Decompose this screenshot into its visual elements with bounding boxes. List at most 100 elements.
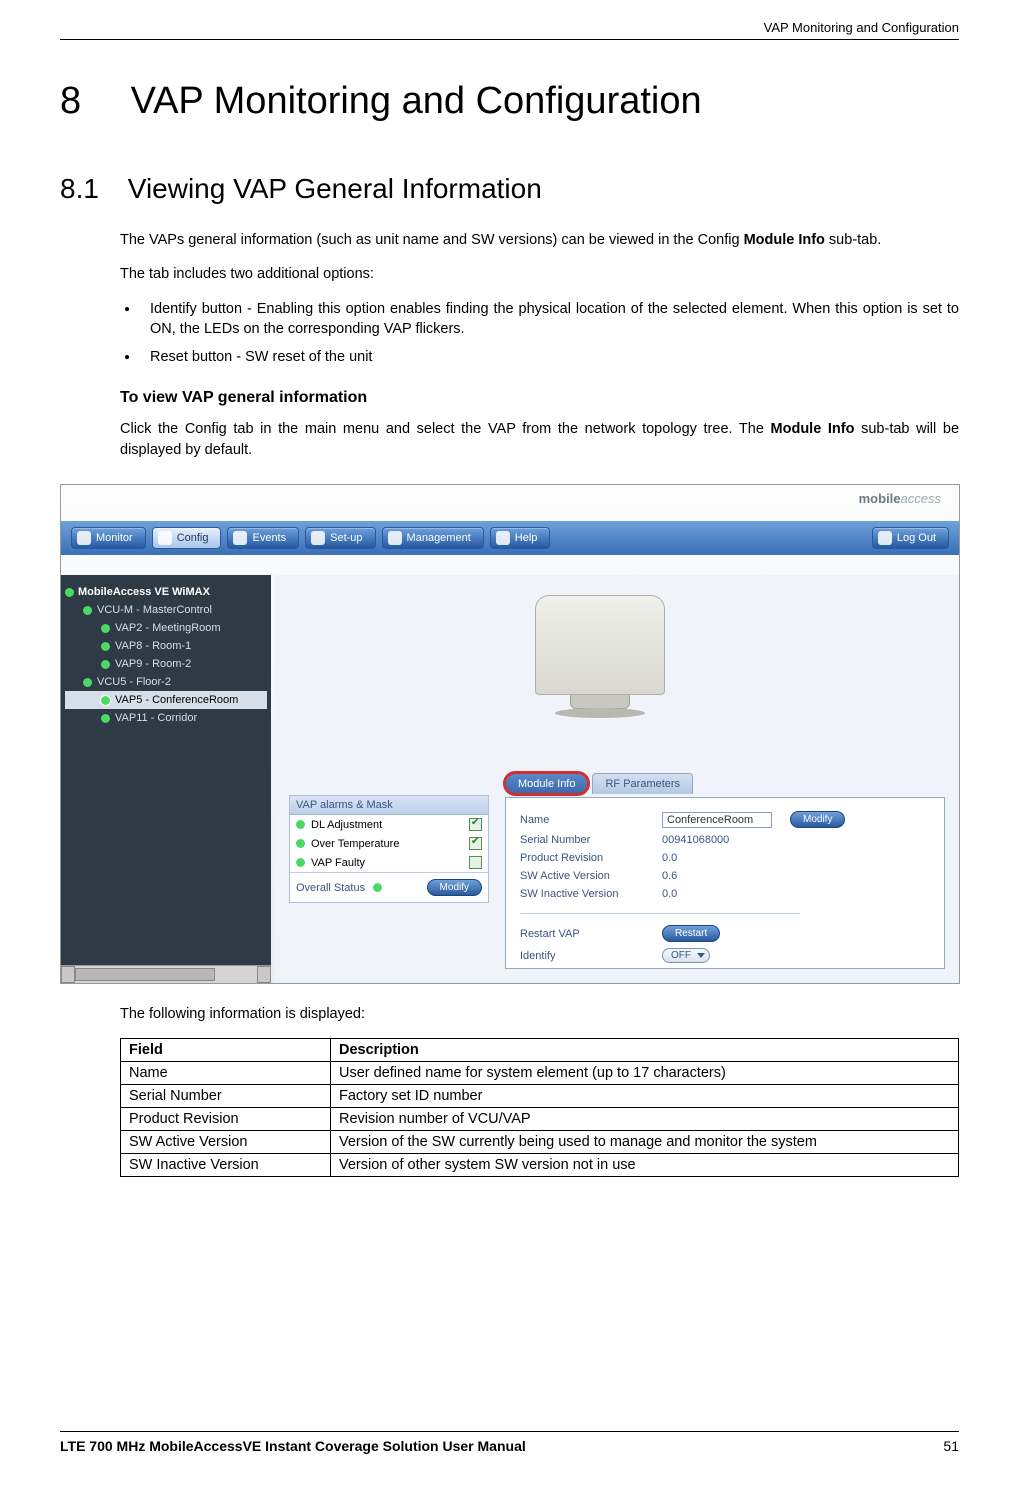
status-dot-icon bbox=[296, 820, 305, 829]
alarm-row: DL Adjustment bbox=[290, 815, 488, 834]
config-tab[interactable]: Config bbox=[152, 527, 222, 549]
info-tab-bar: Module Info RF Parameters bbox=[505, 773, 693, 794]
field-label: Product Revision bbox=[520, 852, 650, 864]
events-tab[interactable]: Events bbox=[227, 527, 299, 549]
scroll-left-arrow-icon[interactable] bbox=[61, 966, 75, 983]
tree-item[interactable]: VAP9 - Room-2 bbox=[65, 655, 267, 673]
name-input[interactable] bbox=[662, 812, 772, 828]
module-info-tab[interactable]: Module Info bbox=[505, 773, 588, 794]
rf-parameters-tab[interactable]: RF Parameters bbox=[592, 773, 693, 794]
setup-tab[interactable]: Set-up bbox=[305, 527, 375, 549]
table-row: SW Active VersionVersion of the SW curre… bbox=[121, 1131, 959, 1154]
monitor-icon bbox=[77, 531, 91, 545]
alarms-panel-header: VAP alarms & Mask bbox=[290, 796, 488, 815]
table-lead: The following information is displayed: bbox=[120, 1004, 959, 1024]
section-number: 8.1 bbox=[60, 173, 120, 205]
options-list: Identify button - Enabling this option e… bbox=[140, 299, 959, 376]
procedure-heading: To view VAP general information bbox=[120, 389, 959, 407]
table-row: SW Inactive VersionVersion of other syst… bbox=[121, 1154, 959, 1177]
mask-checkbox[interactable] bbox=[469, 837, 482, 850]
field-label: Identify bbox=[520, 950, 650, 962]
modify-button[interactable]: Modify bbox=[790, 811, 845, 828]
serial-number-value: 00941068000 bbox=[662, 834, 729, 846]
management-tab[interactable]: Management bbox=[382, 527, 484, 549]
alarm-row: VAP Faulty bbox=[290, 853, 488, 872]
options-lead: The tab includes two additional options: bbox=[120, 264, 959, 284]
table-header: Description bbox=[331, 1039, 959, 1062]
footer-doc-title: LTE 700 MHz MobileAccessVE Instant Cover… bbox=[60, 1438, 526, 1454]
table-header: Field bbox=[121, 1039, 331, 1062]
field-label: Restart VAP bbox=[520, 928, 650, 940]
field-label: Serial Number bbox=[520, 834, 650, 846]
tree-item[interactable]: VAP2 - MeetingRoom bbox=[65, 619, 267, 637]
management-icon bbox=[388, 531, 402, 545]
product-revision-value: 0.0 bbox=[662, 852, 677, 864]
section-title-text: Viewing VAP General Information bbox=[128, 173, 542, 204]
page-footer: LTE 700 MHz MobileAccessVE Instant Cover… bbox=[60, 1431, 959, 1454]
alarms-panel: VAP alarms & Mask DL Adjustment Over Tem… bbox=[289, 795, 489, 903]
chapter-title-text: VAP Monitoring and Configuration bbox=[131, 80, 702, 122]
status-dot-icon bbox=[101, 660, 110, 669]
restart-button[interactable]: Restart bbox=[662, 925, 720, 942]
page-number: 51 bbox=[943, 1438, 959, 1454]
field-label: SW Inactive Version bbox=[520, 888, 650, 900]
tree-item[interactable]: VAP8 - Room-1 bbox=[65, 637, 267, 655]
config-icon bbox=[158, 531, 172, 545]
status-dot-icon bbox=[83, 678, 92, 687]
status-dot-icon bbox=[83, 606, 92, 615]
main-menubar: Monitor Config Events Set-up Management … bbox=[61, 521, 959, 555]
chapter-number: 8 bbox=[60, 80, 120, 123]
module-info-panel: Name Modify Serial Number 00941068000 Pr… bbox=[505, 797, 945, 969]
field-label: Name bbox=[520, 814, 650, 826]
field-label: SW Active Version bbox=[520, 870, 650, 882]
logout-button[interactable]: Log Out bbox=[872, 527, 949, 549]
alarm-row: Over Temperature bbox=[290, 834, 488, 853]
field-description-table: Field Description NameUser defined name … bbox=[120, 1038, 959, 1177]
chapter-title: 8 VAP Monitoring and Configuration bbox=[60, 80, 959, 123]
intro-paragraph: The VAPs general information (such as un… bbox=[120, 230, 959, 250]
tree-root[interactable]: MobileAccess VE WiMAX bbox=[65, 583, 267, 601]
monitor-tab[interactable]: Monitor bbox=[71, 527, 146, 549]
identify-dropdown[interactable]: OFF bbox=[662, 948, 710, 963]
tree-item-selected[interactable]: VAP5 - ConferenceRoom bbox=[65, 691, 267, 709]
status-dot-icon bbox=[101, 642, 110, 651]
status-dot-icon bbox=[296, 839, 305, 848]
table-row: NameUser defined name for system element… bbox=[121, 1062, 959, 1085]
scroll-right-arrow-icon[interactable] bbox=[257, 966, 271, 983]
overall-status-row: Overall Status Modify bbox=[290, 872, 488, 902]
list-item: Reset button - SW reset of the unit bbox=[140, 347, 959, 367]
sw-active-value: 0.6 bbox=[662, 870, 677, 882]
topology-tree[interactable]: MobileAccess VE WiMAX VCU-M - MasterCont… bbox=[61, 575, 271, 983]
tree-scrollbar[interactable] bbox=[61, 965, 271, 983]
list-item: Identify button - Enabling this option e… bbox=[140, 299, 959, 340]
table-row: Serial NumberFactory set ID number bbox=[121, 1085, 959, 1108]
section-title: 8.1 Viewing VAP General Information bbox=[60, 173, 959, 205]
mask-checkbox[interactable] bbox=[469, 818, 482, 831]
status-dot-icon bbox=[296, 858, 305, 867]
events-icon bbox=[233, 531, 247, 545]
logout-icon bbox=[878, 531, 892, 545]
status-dot-icon bbox=[101, 696, 110, 705]
brand-logo: mobileaccess bbox=[859, 491, 941, 506]
tree-item[interactable]: VAP11 - Corridor bbox=[65, 709, 267, 727]
mask-checkbox[interactable] bbox=[469, 856, 482, 869]
scroll-thumb[interactable] bbox=[75, 968, 215, 981]
tree-item[interactable]: VCU-M - MasterControl bbox=[65, 601, 267, 619]
status-dot-icon bbox=[373, 883, 382, 892]
sw-inactive-value: 0.0 bbox=[662, 888, 677, 900]
chevron-down-icon bbox=[697, 953, 705, 958]
table-row: Product RevisionRevision number of VCU/V… bbox=[121, 1108, 959, 1131]
modify-button[interactable]: Modify bbox=[427, 879, 482, 896]
status-dot-icon bbox=[101, 624, 110, 633]
help-tab[interactable]: Help bbox=[490, 527, 551, 549]
device-image bbox=[515, 595, 685, 745]
status-dot-icon bbox=[65, 588, 74, 597]
running-header: VAP Monitoring and Configuration bbox=[60, 20, 959, 40]
status-dot-icon bbox=[101, 714, 110, 723]
help-icon bbox=[496, 531, 510, 545]
content-pane: VAP alarms & Mask DL Adjustment Over Tem… bbox=[275, 575, 959, 983]
procedure-paragraph: Click the Config tab in the main menu an… bbox=[120, 419, 959, 460]
divider bbox=[520, 913, 800, 914]
embedded-screenshot: mobileaccess Monitor Config Events Set-u… bbox=[60, 484, 960, 984]
tree-item[interactable]: VCU5 - Floor-2 bbox=[65, 673, 267, 691]
